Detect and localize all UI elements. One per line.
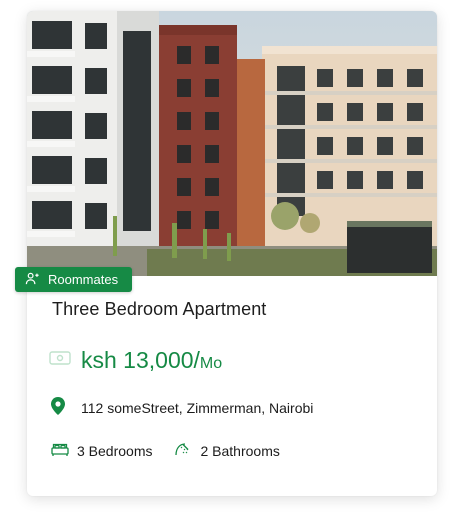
price-amount: ksh 13,000/ — [81, 347, 200, 373]
money-icon — [49, 350, 71, 371]
apartment-photo — [27, 11, 437, 276]
bedrooms-label: 3 Bedrooms — [77, 442, 153, 459]
listing-card[interactable]: Roommates Three Bedroom Apartment ksh 13… — [15, 11, 437, 496]
price-unit: Mo — [199, 355, 223, 372]
roommates-badge: Roommates — [15, 267, 133, 292]
features-row: 3 Bedrooms 2 Bathrooms — [51, 441, 280, 460]
bed-icon — [51, 442, 69, 460]
location-pin-icon — [51, 397, 65, 418]
bathrooms-feature: 2 Bathrooms — [174, 441, 280, 460]
listing-title[interactable]: Three Bedroom Apartment — [52, 299, 266, 320]
bathrooms-label: 2 Bathrooms — [200, 442, 280, 459]
badge-label: Roommates — [48, 272, 119, 287]
bedrooms-feature: 3 Bedrooms — [51, 441, 152, 460]
address-row: 112 someStreet, Zimmerman, Nairobi — [51, 397, 313, 418]
roommates-icon — [25, 271, 40, 289]
price-row: ksh 13,000/Mo — [49, 347, 222, 374]
shower-icon — [174, 441, 192, 460]
listing-price: ksh 13,000/Mo — [81, 347, 222, 374]
listing-address: 112 someStreet, Zimmerman, Nairobi — [81, 399, 314, 416]
